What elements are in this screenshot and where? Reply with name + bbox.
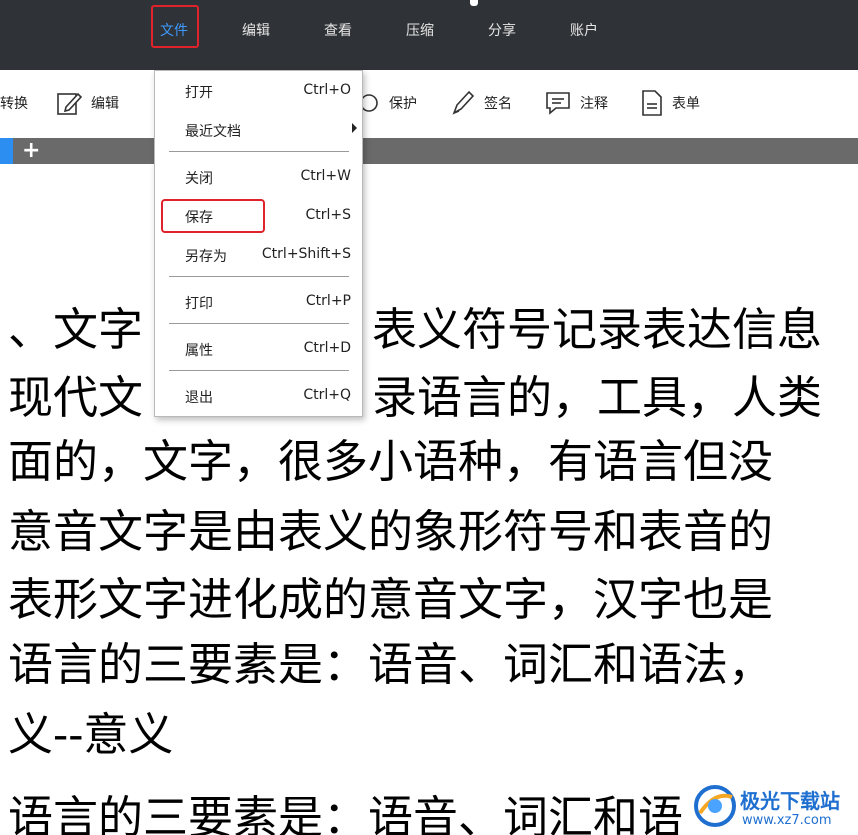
watermark-name: 极光下载站 — [740, 789, 840, 813]
menu-item-open[interactable]: 打开 Ctrl+O — [155, 76, 362, 106]
document-line: 表形文字进化成的意音文字，汉字也是 — [8, 573, 774, 626]
sign-tool[interactable]: 签名 — [450, 90, 512, 116]
document-line: 面的，文字，很多小语种，有语言但没 — [8, 435, 774, 488]
menu-item-print[interactable]: 打印 Ctrl+P — [155, 287, 362, 317]
document-line: 语言的三要素是：语音、词汇和语法， — [8, 638, 774, 691]
menu-edit[interactable]: 编辑 — [242, 20, 270, 40]
toolbar-label-protect: 保护 — [389, 96, 417, 112]
watermark: 极光下载站 www.xz7.com — [692, 777, 858, 835]
menu-item-recent[interactable]: 最近文档 — [155, 115, 362, 145]
menu-share[interactable]: 分享 — [488, 20, 516, 40]
edit-pencil-icon — [57, 92, 83, 115]
document-line: 意音文字是由表义的象形符号和表音的 — [8, 505, 774, 558]
menu-item-label: 打印 — [185, 296, 213, 312]
menu-compress[interactable]: 压缩 — [406, 20, 434, 40]
edit-tool[interactable]: 编辑 — [55, 90, 119, 116]
menu-item-label: 属性 — [185, 343, 213, 359]
document-line: 表义符号记录表达信息 — [372, 303, 823, 356]
new-tab-button[interactable]: + — [22, 138, 40, 164]
menu-bar: 文件 编辑 查看 压缩 分享 账户 — [0, 0, 858, 70]
menu-item-shortcut: Ctrl+S — [305, 207, 351, 223]
menu-item-shortcut: Ctrl+P — [305, 293, 351, 309]
submenu-arrow-icon — [352, 123, 357, 133]
protect-tool[interactable]: 保护 — [357, 90, 417, 116]
form-tool[interactable]: 表单 — [640, 90, 700, 116]
file-dropdown-menu: 打开 Ctrl+O 最近文档 关闭 Ctrl+W 保存 Ctrl+S 另存为 C… — [154, 70, 363, 417]
document-page: 、文字 表义符号记录表达信息 现代文 录语言的，工具，人类 面的，文字，很多小语… — [0, 164, 858, 835]
file-menu-highlight-box — [151, 5, 199, 48]
window-notch — [470, 0, 478, 6]
tab-bar: + — [0, 138, 858, 164]
menu-item-shortcut: Ctrl+W — [300, 168, 351, 184]
menu-separator — [169, 276, 349, 277]
menu-item-label: 关闭 — [185, 171, 213, 187]
menu-item-label: 打开 — [185, 85, 213, 101]
menu-item-properties[interactable]: 属性 Ctrl+D — [155, 334, 362, 364]
menu-item-shortcut: Ctrl+D — [303, 340, 351, 356]
menu-item-label: 退出 — [185, 390, 213, 406]
watermark-logo-icon — [694, 785, 736, 827]
toolbar-label-convert: 转换 — [0, 96, 28, 112]
toolbar: 转换 编辑 保护 签名 注释 表单 — [0, 70, 858, 138]
save-highlight-box — [161, 199, 265, 233]
menu-item-save-as[interactable]: 另存为 Ctrl+Shift+S — [155, 240, 362, 270]
menu-item-shortcut: Ctrl+O — [303, 82, 351, 98]
form-document-icon — [642, 90, 662, 116]
document-line: 现代文 — [8, 371, 144, 424]
watermark-url: www.xz7.com — [742, 813, 832, 828]
comment-icon — [546, 92, 570, 115]
document-line: 义--意义 — [8, 708, 174, 761]
menu-separator — [169, 323, 349, 324]
menu-account[interactable]: 账户 — [570, 20, 598, 40]
toolbar-label-edit: 编辑 — [91, 96, 119, 112]
menu-item-shortcut: Ctrl+Q — [303, 387, 351, 403]
comment-tool[interactable]: 注释 — [544, 90, 608, 116]
menu-item-shortcut: Ctrl+Shift+S — [261, 246, 351, 262]
menu-item-label: 另存为 — [185, 249, 227, 265]
pen-icon — [452, 90, 475, 115]
document-line: 录语言的，工具，人类 — [372, 371, 823, 424]
menu-item-label: 最近文档 — [185, 124, 241, 140]
menu-separator — [169, 151, 349, 152]
toolbar-label-comment: 注释 — [580, 96, 608, 112]
toolbar-label-form: 表单 — [672, 96, 700, 112]
menu-item-close[interactable]: 关闭 Ctrl+W — [155, 162, 362, 192]
menu-item-exit[interactable]: 退出 Ctrl+Q — [155, 381, 362, 411]
toolbar-label-sign: 签名 — [484, 96, 512, 112]
active-tab[interactable] — [0, 138, 13, 164]
convert-tool[interactable]: 转换 — [0, 90, 28, 116]
menu-separator — [169, 370, 349, 371]
document-line: 语言的三要素是：语音、词汇和语 — [8, 791, 684, 835]
menu-view[interactable]: 查看 — [324, 20, 352, 40]
document-line: 、文字 — [8, 303, 144, 356]
